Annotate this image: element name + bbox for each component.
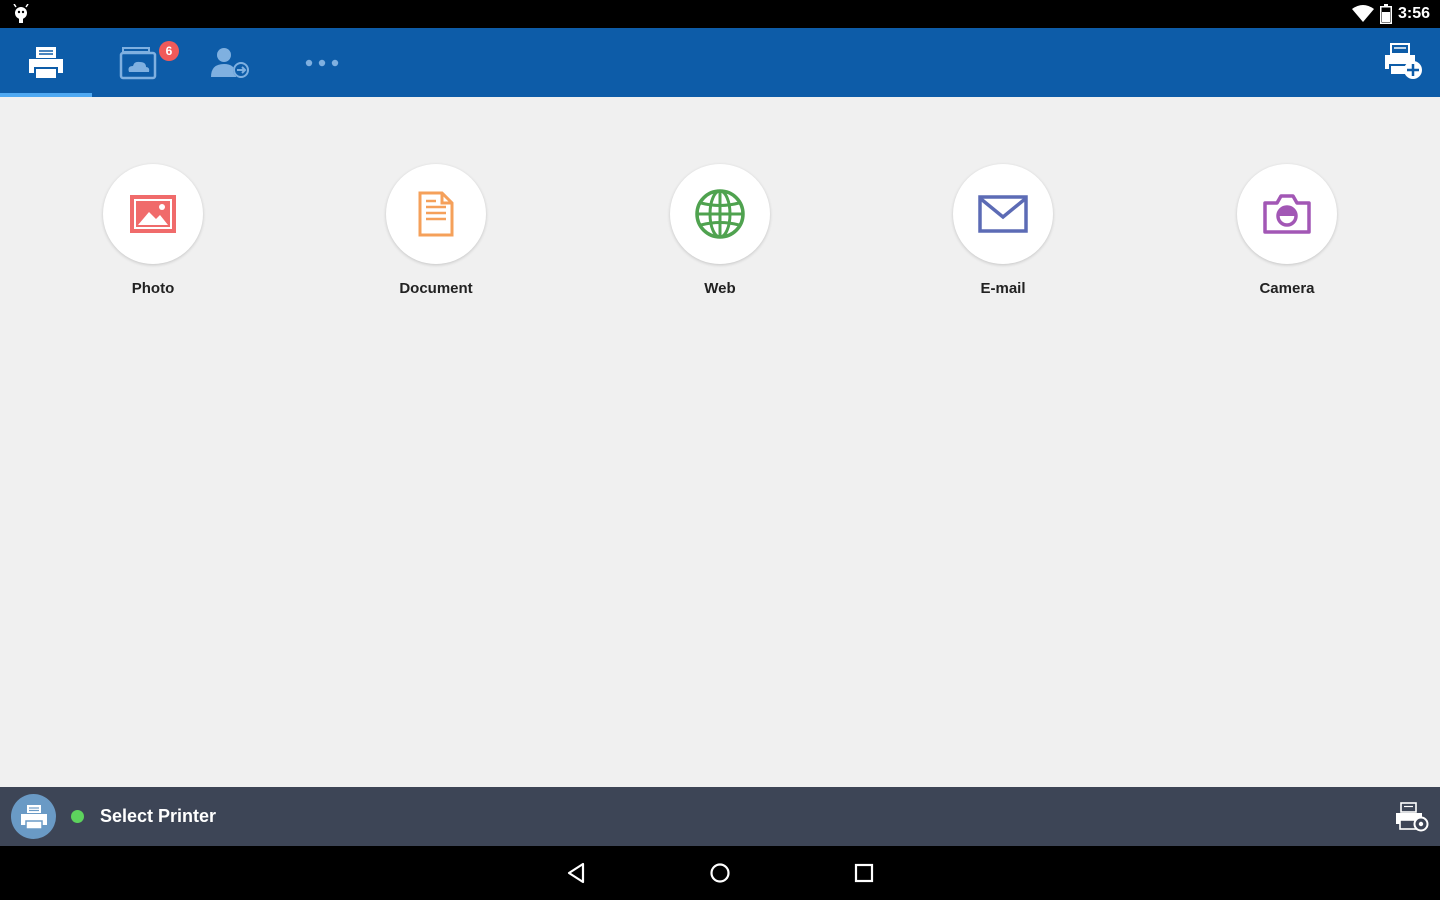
tab-print[interactable] <box>0 28 92 97</box>
document-icon <box>418 191 454 237</box>
cloud-photo-icon <box>119 46 157 79</box>
add-printer-button[interactable] <box>1382 40 1426 84</box>
recents-square-icon <box>854 863 874 883</box>
printer-settings-icon <box>1396 802 1429 832</box>
add-printer-icon <box>1385 43 1422 79</box>
status-bar: 3:56 <box>0 0 1440 28</box>
nav-back-button[interactable] <box>556 856 596 890</box>
envelope-icon <box>978 195 1028 233</box>
more-dots-icon <box>305 59 339 66</box>
account-signin-icon <box>211 47 249 78</box>
tile-document[interactable]: Document <box>336 164 536 297</box>
globe-icon <box>695 189 745 239</box>
web-tile-circle <box>670 164 770 264</box>
tab-more[interactable] <box>276 28 368 97</box>
tile-label-web: Web <box>704 280 736 297</box>
printer-icon <box>20 804 47 830</box>
document-tile-circle <box>386 164 486 264</box>
wifi-icon <box>1351 5 1374 22</box>
printer-icon <box>29 46 63 80</box>
nav-recents-button[interactable] <box>844 856 884 890</box>
photo-tile-circle <box>103 164 203 264</box>
home-circle-icon <box>710 863 730 883</box>
tab-cloud[interactable]: 6 <box>92 28 184 97</box>
tile-label-camera: Camera <box>1259 280 1315 297</box>
tile-photo[interactable]: Photo <box>53 164 253 297</box>
tile-camera[interactable]: Camera <box>1187 164 1387 297</box>
back-triangle-icon <box>567 862 585 884</box>
app-bar: 6 <box>0 28 1440 97</box>
tile-web[interactable]: Web <box>620 164 820 297</box>
tile-email[interactable]: E-mail <box>903 164 1103 297</box>
tile-label-photo: Photo <box>131 280 175 297</box>
tile-label-document: Document <box>399 280 473 297</box>
select-printer-label[interactable]: Select Printer <box>100 806 216 827</box>
tile-label-email: E-mail <box>980 280 1026 297</box>
camera-tile-circle <box>1237 164 1337 264</box>
camera-icon <box>1263 194 1311 234</box>
tab-account[interactable] <box>184 28 276 97</box>
notification-badge: 6 <box>159 41 179 61</box>
photo-icon <box>130 195 176 233</box>
system-navigation-bar <box>0 846 1440 900</box>
nav-home-button[interactable] <box>700 856 740 890</box>
battery-icon <box>1379 4 1392 24</box>
clock-time: 3:56 <box>1397 5 1430 22</box>
printer-status-bar: Select Printer <box>0 787 1440 846</box>
printer-settings-button[interactable] <box>1394 799 1430 835</box>
email-tile-circle <box>953 164 1053 264</box>
printer-status-dot <box>71 810 84 823</box>
printer-avatar[interactable] <box>11 794 56 839</box>
android-debug-icon <box>13 4 29 23</box>
